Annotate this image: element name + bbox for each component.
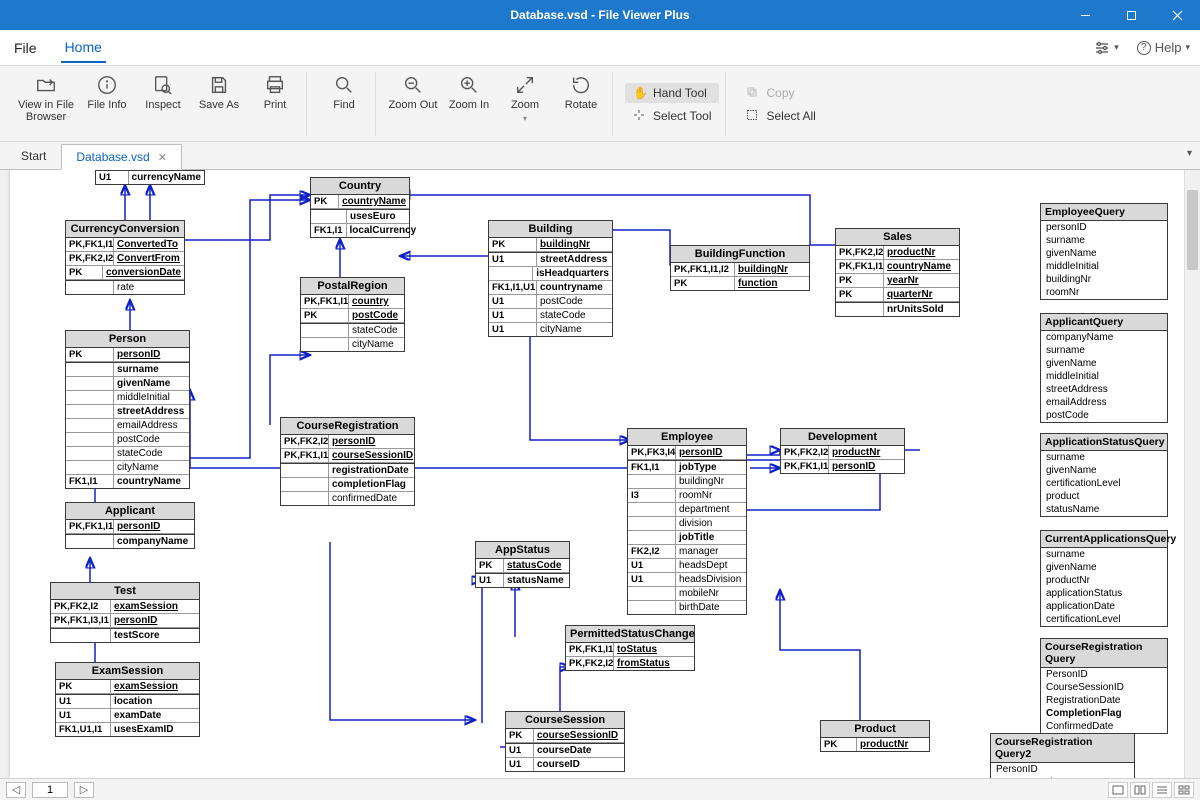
document-canvas: U1currencyName CurrencyConversion PK,FK1… — [10, 170, 1184, 778]
ribbon: View in File Browser File Info Inspect S… — [0, 66, 1200, 142]
entity-development: Development PK,FK2,I2productNr PK,FK1,I1… — [780, 428, 905, 474]
find-button[interactable]: Find — [319, 72, 369, 136]
copy-button[interactable]: Copy — [738, 83, 823, 103]
print-button[interactable]: Print — [250, 72, 300, 136]
close-tab-icon[interactable]: ✕ — [158, 151, 167, 164]
settings-icon[interactable]: ▾ — [1094, 41, 1119, 55]
folder-open-icon — [35, 74, 57, 96]
search-icon — [333, 74, 355, 96]
help-button[interactable]: ? Help ▾ — [1137, 40, 1190, 55]
menu-home[interactable]: Home — [61, 33, 106, 63]
document-viewport[interactable]: U1currencyName CurrencyConversion PK,FK1… — [0, 170, 1200, 778]
menu-file[interactable]: File — [10, 34, 41, 62]
tab-strip: Start Database.vsd✕ ▾ — [0, 142, 1200, 170]
file-info-button[interactable]: File Info — [82, 72, 132, 136]
entity-building: Building PKbuildingNr U1streetAddress is… — [488, 220, 613, 337]
select-all-button[interactable]: Select All — [738, 106, 823, 126]
view-mode-1-button[interactable] — [1108, 782, 1128, 798]
zoom-out-icon — [402, 74, 424, 96]
entity-sales: Sales PK,FK2,I2productNr PK,FK1,I1countr… — [835, 228, 960, 317]
hand-icon: ✋ — [633, 86, 647, 100]
query-employee: EmployeeQuery personIDsurnamegivenNamemi… — [1040, 203, 1168, 300]
zoom-out-button[interactable]: Zoom Out — [388, 72, 438, 136]
copy-icon — [746, 86, 760, 100]
save-icon — [208, 74, 230, 96]
entity-course-registration: CourseRegistration PK,FK2,I2personID PK,… — [280, 417, 415, 506]
entity-currency-partial: U1currencyName — [95, 170, 205, 185]
view-mode-4-button[interactable] — [1174, 782, 1194, 798]
scrollbar-thumb[interactable] — [1187, 190, 1198, 270]
query-applicant: ApplicantQuery companyNamesurnamegivenNa… — [1040, 313, 1168, 423]
tab-document[interactable]: Database.vsd✕ — [61, 144, 182, 170]
query-current-applications: CurrentApplicationsQuery surnamegivenNam… — [1040, 530, 1168, 627]
entity-currency-conversion: CurrencyConversion PK,FK1,I1ConvertedTo … — [65, 220, 185, 295]
entity-country: Country PKcountryName usesEuro FK1,I1loc… — [310, 177, 410, 238]
page-number-input[interactable] — [32, 782, 68, 798]
rotate-button[interactable]: Rotate — [556, 72, 606, 136]
status-bar: ◁ ▷ — [0, 778, 1200, 800]
inspect-button[interactable]: Inspect — [138, 72, 188, 136]
tab-start[interactable]: Start — [6, 143, 61, 169]
entity-test: Test PK,FK2,I2examSession PK,FK1,I3,I1pe… — [50, 582, 200, 643]
save-as-button[interactable]: Save As — [194, 72, 244, 136]
entity-applicant: Applicant PK,FK1,I1personID companyName — [65, 502, 195, 549]
view-mode-2-button[interactable] — [1130, 782, 1150, 798]
query-course-registration: CourseRegistration Query PersonIDCourseS… — [1040, 638, 1168, 734]
entity-person: Person PKpersonID surname givenName midd… — [65, 330, 190, 489]
inspect-icon — [152, 74, 174, 96]
entity-product: Product PKproductNr — [820, 720, 930, 752]
entity-employee: Employee PK,FK3,I4personID FK1,I1jobType… — [627, 428, 747, 615]
view-mode-3-button[interactable] — [1152, 782, 1172, 798]
entity-exam-session: ExamSession PKexamSession U1location U1e… — [55, 662, 200, 737]
menu-bar: File Home ▾ ? Help ▾ — [0, 30, 1200, 66]
zoom-button[interactable]: Zoom▾ — [500, 72, 550, 136]
select-tool-button[interactable]: Select Tool — [625, 106, 719, 126]
page-prev-button[interactable]: ◁ — [6, 782, 26, 798]
print-icon — [264, 74, 286, 96]
view-in-file-browser-button[interactable]: View in File Browser — [16, 72, 76, 136]
info-icon — [96, 74, 118, 96]
entity-postal-region: PostalRegion PK,FK1,I1country PKpostCode… — [300, 277, 405, 352]
zoom-icon — [514, 74, 536, 96]
select-all-icon — [746, 109, 760, 123]
zoom-in-icon — [458, 74, 480, 96]
help-label: Help — [1155, 40, 1182, 55]
close-button[interactable] — [1154, 0, 1200, 30]
entity-app-status: AppStatus PKstatusCode U1statusName — [475, 541, 570, 588]
entity-permitted-status-change: PermittedStatusChange PK,FK1,I1toStatus … — [565, 625, 695, 671]
window-title: Database.vsd - File Viewer Plus — [510, 8, 689, 22]
zoom-in-button[interactable]: Zoom In — [444, 72, 494, 136]
vertical-scrollbar[interactable] — [1184, 170, 1200, 778]
page-next-button[interactable]: ▷ — [74, 782, 94, 798]
entity-course-session: CourseSession PKcourseSessionID U1course… — [505, 711, 625, 772]
query-application-status: ApplicationStatusQuery surnamegivenNamec… — [1040, 433, 1168, 517]
hand-tool-button[interactable]: ✋Hand Tool — [625, 83, 719, 103]
title-bar: Database.vsd - File Viewer Plus — [0, 0, 1200, 30]
rotate-icon — [570, 74, 592, 96]
tab-dropdown-icon[interactable]: ▾ — [1187, 148, 1192, 159]
maximize-button[interactable] — [1108, 0, 1154, 30]
minimize-button[interactable] — [1062, 0, 1108, 30]
query-course-registration-2: CourseRegistration Query2 PersonIDCourse… — [990, 733, 1135, 778]
cursor-icon — [633, 109, 647, 123]
entity-building-function: BuildingFunction PK,FK1,I1,I2buildingNr … — [670, 245, 810, 291]
